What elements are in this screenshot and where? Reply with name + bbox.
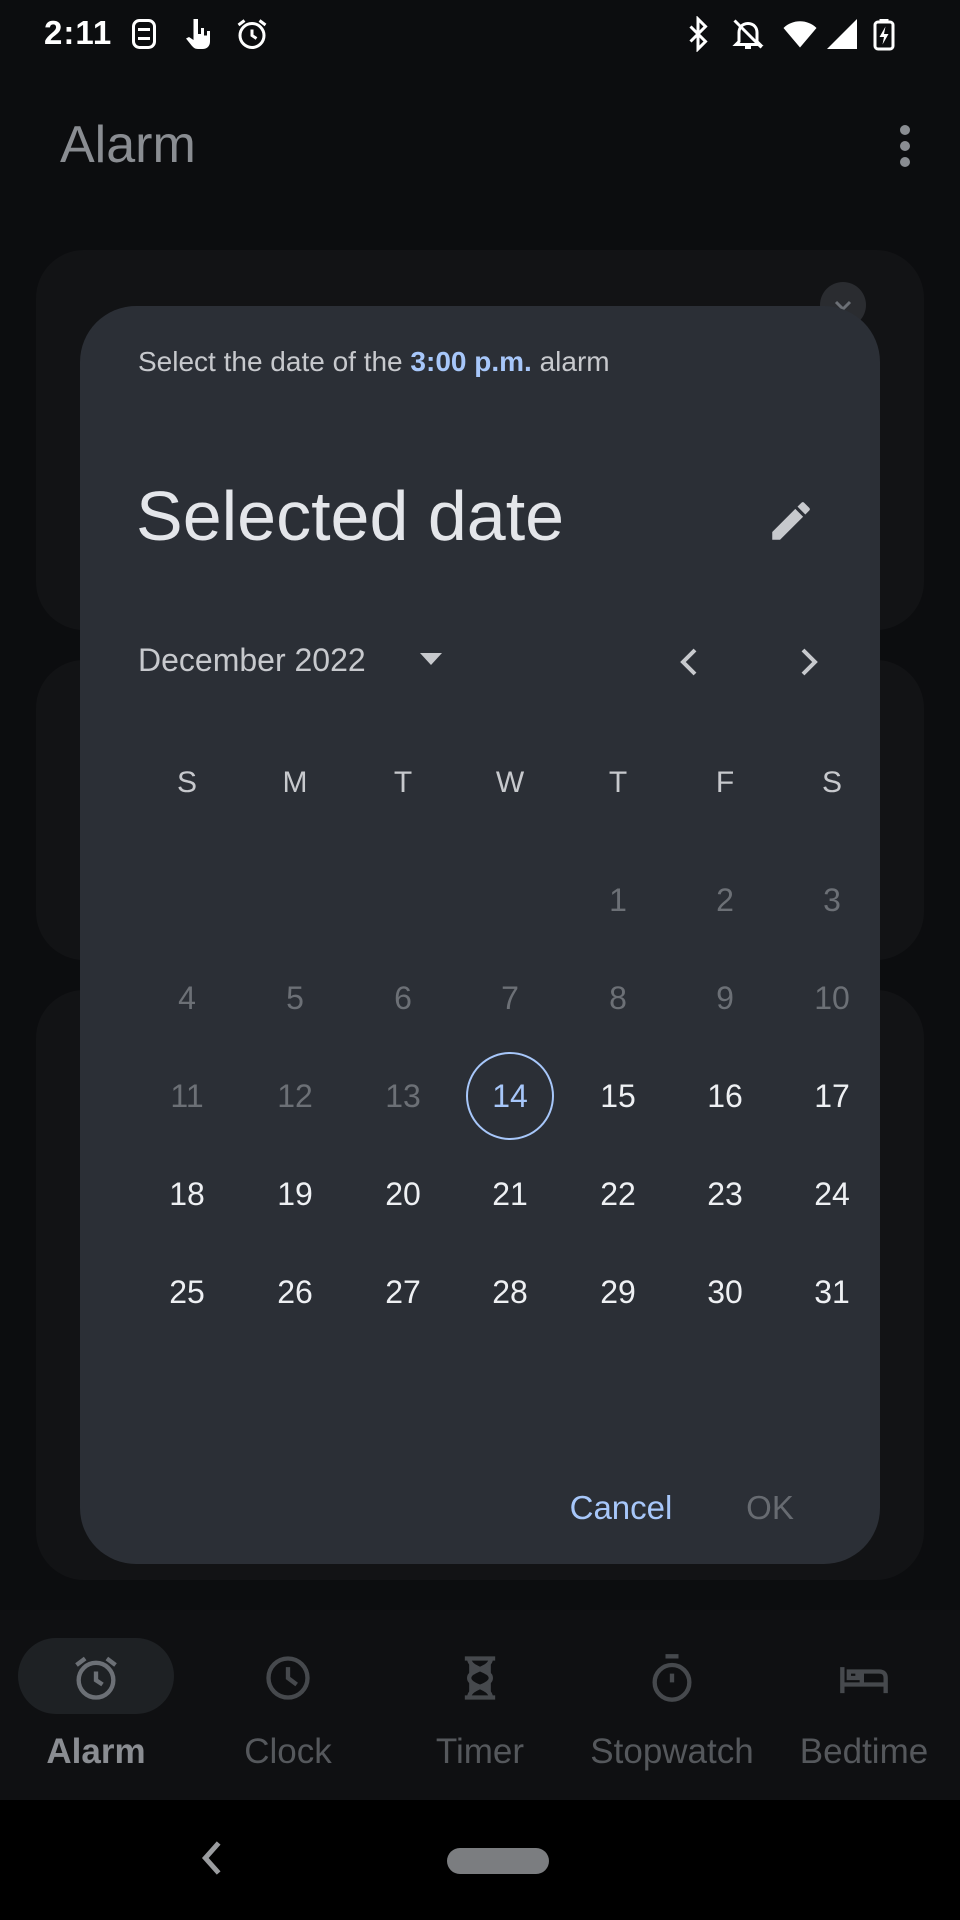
signal-lock-icon: [132, 19, 156, 49]
calendar-grid: 1 2 3 4 5 6 7 8 9 10 11 12 13 14 15 16 17 18 19 20 21 22 23 24 2…: [130, 826, 882, 1326]
calendar-day[interactable]: 17: [788, 1052, 876, 1140]
calendar-day: 4: [178, 980, 196, 1016]
alarm-icon: [75, 1656, 117, 1700]
weekday-label: T: [393, 766, 413, 799]
bed-icon: [840, 1667, 888, 1694]
ok-button[interactable]: OK: [728, 1478, 812, 1538]
month-label: December 2022: [138, 642, 366, 678]
nav-label-alarm: Alarm: [46, 1732, 146, 1771]
calendar-day[interactable]: 27: [359, 1248, 447, 1336]
calendar-day[interactable]: 24: [788, 1150, 876, 1238]
weekday-header: SMTWTFS: [130, 766, 882, 816]
next-month-button[interactable]: [778, 632, 838, 692]
calendar-day[interactable]: 19: [251, 1150, 339, 1238]
calendar-day[interactable]: 16: [681, 1052, 769, 1140]
edit-icon[interactable]: [766, 496, 816, 546]
calendar-day[interactable]: 30: [681, 1248, 769, 1336]
calendar-day: 9: [716, 980, 734, 1016]
nav-item-alarm[interactable]: Alarm: [0, 1610, 192, 1800]
nav-item-timer[interactable]: Timer: [384, 1610, 576, 1800]
calendar-day: 10: [814, 980, 850, 1016]
hourglass-icon: [464, 1656, 496, 1700]
date-picker-dialog: Select the date of the 3:00 p.m. alarm S…: [80, 306, 880, 1564]
nav-label-stopwatch: Stopwatch: [590, 1732, 754, 1771]
nav-item-clock[interactable]: Clock: [192, 1610, 384, 1800]
calendar-day: 12: [277, 1078, 313, 1114]
cell-signal-icon: [827, 19, 857, 49]
calendar-day[interactable]: 31: [788, 1248, 876, 1336]
app-title: Alarm: [60, 116, 196, 174]
weekday-label: S: [821, 766, 842, 799]
calendar-day: 1: [609, 882, 627, 918]
calendar-day: 13: [385, 1078, 421, 1114]
calendar-day[interactable]: 21: [466, 1150, 554, 1238]
clock-icon: [266, 1656, 310, 1700]
bottom-navigation: Alarm Clock Timer Stopwatch Bedtime: [0, 1610, 960, 1800]
screen: 2:11 Alarm Alarm Clock Timer Stopwatch B…: [0, 0, 960, 1920]
selected-date-title: Selected date: [136, 477, 565, 555]
status-bar: 2:11: [0, 0, 960, 70]
notifications-off-icon: [732, 19, 764, 49]
calendar-day[interactable]: 26: [251, 1248, 339, 1336]
calendar-day[interactable]: 25: [143, 1248, 231, 1336]
dialog-header: Select the date of the 3:00 p.m. alarm: [138, 346, 610, 378]
calendar-day[interactable]: 15: [574, 1052, 662, 1140]
calendar-day[interactable]: 29: [574, 1248, 662, 1336]
touch-icon: [186, 19, 210, 49]
calendar-day: 6: [394, 980, 412, 1016]
back-icon[interactable]: [196, 1838, 228, 1878]
dropdown-arrow-icon: [420, 653, 442, 665]
weekday-label: M: [282, 766, 308, 799]
weekday-label: F: [715, 766, 735, 799]
previous-month-button[interactable]: [660, 632, 720, 692]
calendar-day: 7: [501, 980, 519, 1016]
calendar-day[interactable]: 20: [359, 1150, 447, 1238]
nav-label-timer: Timer: [435, 1732, 525, 1771]
calendar-day[interactable]: 22: [574, 1150, 662, 1238]
status-time: 2:11: [44, 14, 113, 51]
calendar-day[interactable]: 23: [681, 1150, 769, 1238]
nav-item-bedtime[interactable]: Bedtime: [768, 1610, 960, 1800]
calendar-day[interactable]: 28: [466, 1248, 554, 1336]
calendar-day: 11: [170, 1078, 204, 1114]
nav-label-bedtime: Bedtime: [799, 1732, 929, 1771]
alarm-status-icon: [237, 19, 267, 49]
calendar-day: 2: [716, 882, 734, 918]
nav-item-stopwatch[interactable]: Stopwatch: [576, 1610, 768, 1800]
stopwatch-icon: [652, 1654, 692, 1702]
bluetooth-icon: [689, 16, 708, 52]
header-prefix: Select the date of the: [138, 346, 411, 377]
home-handle[interactable]: [447, 1848, 549, 1874]
nav-label-clock: Clock: [244, 1732, 332, 1771]
calendar-day-today[interactable]: 14: [466, 1052, 554, 1140]
more-options-icon[interactable]: [893, 122, 917, 170]
system-navigation-bar: [0, 1800, 960, 1920]
weekday-label: S: [176, 766, 197, 799]
cancel-button[interactable]: Cancel: [546, 1478, 696, 1538]
header-suffix: alarm: [531, 346, 610, 377]
calendar-day: 8: [609, 980, 627, 1016]
weekday-label: W: [495, 766, 525, 799]
calendar-day[interactable]: 18: [143, 1150, 231, 1238]
calendar-day: 3: [823, 882, 841, 918]
calendar-day: 5: [286, 980, 304, 1016]
battery-charging-icon: [873, 19, 895, 51]
wifi-icon: [783, 21, 817, 48]
header-alarm-time: 3:00 p.m.: [410, 346, 532, 377]
weekday-label: T: [608, 766, 628, 799]
